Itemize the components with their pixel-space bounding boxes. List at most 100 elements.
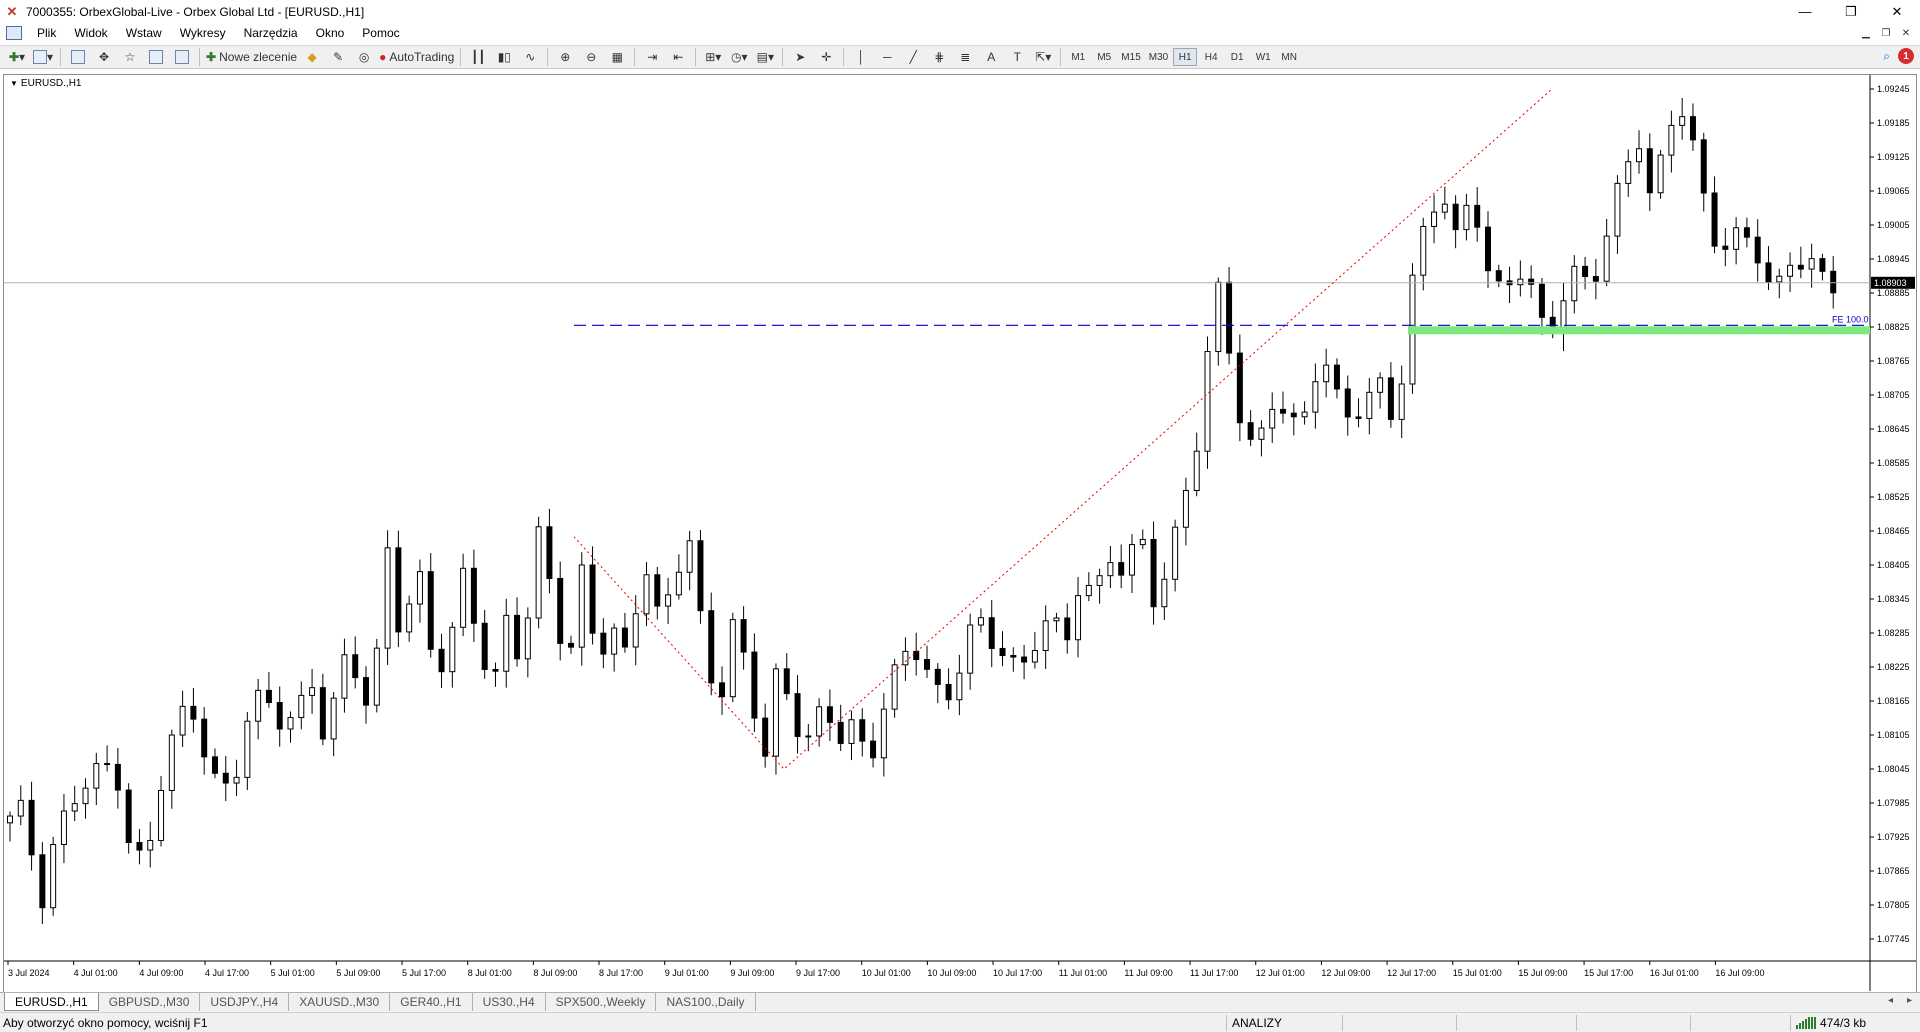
close-button[interactable]: ✕ [1874,0,1920,23]
menu-window[interactable]: Okno [307,23,354,43]
profiles-icon[interactable]: ▾ [32,47,54,67]
bar-chart-icon[interactable]: ┃┃ [467,47,489,67]
tab-spx500-weekly[interactable]: SPX500.,Weekly [546,993,657,1011]
candle-body [783,668,790,695]
timeframe-m30-button[interactable]: M30 [1146,48,1171,66]
timeframe-h4-button[interactable]: H4 [1199,48,1223,66]
candlestick-chart[interactable]: 1.09245 1.09185 1.09125 1.09065 1.09005 1.089… [4,75,1916,993]
metaeditor-icon[interactable]: ✎ [327,47,349,67]
chart-collapse-icon[interactable]: ▼ [10,79,18,88]
candle-body [384,547,391,649]
strategy-tester-icon[interactable] [171,47,193,67]
x-tick-label: 12 Jul 09:00 [1321,968,1370,978]
tab-us30-h4[interactable]: US30.,H4 [473,993,546,1011]
menu-view[interactable]: Widok [65,23,116,43]
search-icon[interactable]: ⌕ [1883,49,1890,64]
zoom-in-icon[interactable]: ⊕ [554,47,576,67]
tab-eurusd-h1[interactable]: EURUSD.,H1 [4,993,99,1011]
candle-body [913,650,920,660]
maximize-button[interactable]: ❐ [1828,0,1874,23]
minimize-button[interactable]: — [1782,0,1828,23]
new-chart-icon[interactable]: ✚ ▾ [6,47,28,67]
x-tick-label: 8 Jul 09:00 [533,968,577,978]
timeframe-d1-button[interactable]: D1 [1225,48,1249,66]
candle-body [751,651,758,719]
tab-gbpusd-m30[interactable]: GBPUSD.,M30 [99,993,201,1011]
candle-body [1290,412,1297,418]
status-separator [1790,1015,1791,1031]
timeframe-m5-button[interactable]: M5 [1092,48,1116,66]
tab-ger40-h1[interactable]: GER40.,H1 [390,993,473,1011]
crosshair-icon[interactable]: ✛ [815,47,837,67]
arrows-icon[interactable]: ⇱▾ [1032,47,1054,67]
indicators-icon[interactable]: ⊞▾ [702,47,724,67]
horizontal-line-icon[interactable]: ─ [876,47,898,67]
autotrading-button[interactable]: ● AutoTrading [379,47,454,67]
templates-icon[interactable]: ▤▾ [754,47,776,67]
tab-xauusd-m30[interactable]: XAUUSD.,M30 [289,993,391,1011]
candle-body [859,719,866,742]
status-separator [1226,1015,1227,1031]
x-tick-label: 11 Jul 09:00 [1124,968,1172,978]
mdi-restore-icon[interactable]: ❐ [1878,25,1894,41]
x-tick-label: 9 Jul 17:00 [796,968,840,978]
zoom-out-icon[interactable]: ⊖ [580,47,602,67]
timeframe-m15-button[interactable]: M15 [1118,48,1143,66]
periods-icon[interactable]: ◷▾ [728,47,750,67]
x-tick-label: 4 Jul 09:00 [139,968,183,978]
vertical-line-icon[interactable]: │ [850,47,872,67]
timeframe-w1-button[interactable]: W1 [1251,48,1275,66]
tab-scroll-left-icon[interactable]: ◂ [1888,995,1893,1006]
menu-help[interactable]: Pomoc [353,23,408,43]
tile-windows-icon[interactable]: ▦ [606,47,628,67]
timeframe-mn-button[interactable]: MN [1277,48,1301,66]
y-tick-label: 1.08885 [1877,288,1910,298]
candle-body [665,594,672,607]
timeframe-h1-button[interactable]: H1 [1173,48,1198,66]
status-traffic[interactable]: 474/3 kb [1796,1016,1866,1030]
cursor-icon[interactable]: ➤ [789,47,811,67]
menu-insert[interactable]: Wstaw [117,23,171,43]
terminal-icon[interactable] [145,47,167,67]
timeframe-m1-button[interactable]: M1 [1066,48,1090,66]
tab-scroll-right-icon[interactable]: ▸ [1907,995,1912,1006]
candle-body [837,721,844,744]
y-tick-label: 1.08585 [1877,458,1910,468]
chart-window-icon[interactable] [6,26,22,40]
tab-nas100-daily[interactable]: NAS100.,Daily [656,993,756,1011]
candle-body [1743,227,1750,238]
fibonacci-fan-icon[interactable]: ⋕ [928,47,950,67]
menu-tools[interactable]: Narzędzia [235,23,307,43]
navigator-icon[interactable]: ☆ [119,47,141,67]
text-icon[interactable]: A [980,47,1002,67]
trendline-icon[interactable]: ╱ [902,47,924,67]
tab-usdjpy-h4[interactable]: USDJPY.,H4 [200,993,290,1011]
menu-file[interactable]: Plik [28,23,65,43]
candle-body [589,564,596,634]
candle-body [1387,377,1394,420]
candle-body [503,614,510,672]
signals-icon[interactable]: ◆ [301,47,323,67]
candlestick-chart-icon[interactable]: ▮▯ [493,47,515,67]
chart-area[interactable]: ▼ EURUSD.,H1 1.09245 1.09185 1.09125 1.0906… [3,74,1917,994]
candle-body [1096,575,1103,586]
fibonacci-retracement-icon[interactable]: ≣ [954,47,976,67]
menu-charts[interactable]: Wykresy [171,23,235,43]
mdi-minimize-icon[interactable]: ▁ [1858,25,1874,41]
candle-body [50,843,57,909]
market-watch-icon[interactable] [67,47,89,67]
text-label-icon[interactable]: T [1006,47,1028,67]
candle-body [902,650,909,666]
mdi-close-icon[interactable]: ✕ [1898,25,1914,41]
new-order-button[interactable]: ✚ Nowe zlecenie [206,47,297,67]
tab-scroll-arrows: ◂ ▸ [1888,995,1912,1006]
line-chart-icon[interactable]: ∿ [519,47,541,67]
y-tick-label: 1.08405 [1877,560,1910,570]
status-analysis[interactable]: ANALIZY [1232,1016,1282,1030]
community-icon[interactable]: ◎ [353,47,375,67]
data-window-icon[interactable]: ✥ [93,47,115,67]
notification-badge[interactable]: 1 [1898,48,1914,64]
auto-scroll-icon[interactable]: ⇥ [641,47,663,67]
main-toolbar: ✚ ▾ ▾ ✥ ☆ ✚ Nowe zlecenie ◆ ✎ ◎ ● AutoTradi… [0,45,1920,69]
chart-shift-icon[interactable]: ⇤ [667,47,689,67]
